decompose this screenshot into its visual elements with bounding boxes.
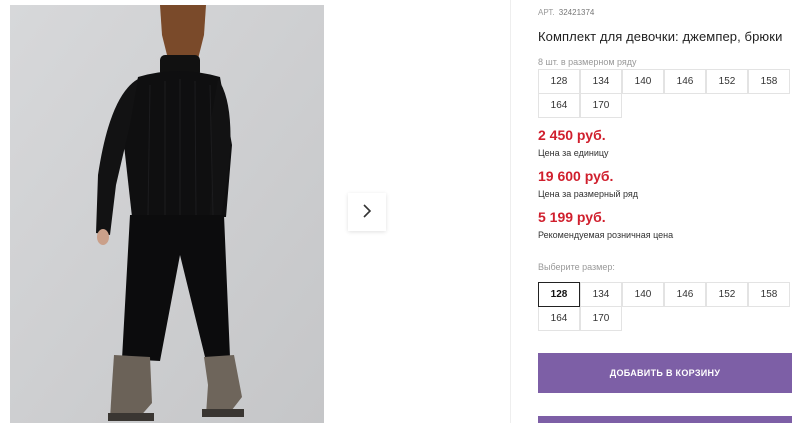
product-page: АРТ. 32421374 Комплект для девочки: джем…: [0, 0, 800, 423]
size-option[interactable]: 140: [622, 282, 664, 307]
article-value: 32421374: [558, 8, 595, 17]
model-image: [10, 5, 324, 423]
size-row-cell: 146: [664, 69, 706, 94]
secondary-button-partial[interactable]: [538, 416, 792, 423]
chevron-right-icon: [361, 203, 373, 222]
size-row-cell: 158: [748, 69, 790, 94]
retail-price: 5 199 руб.: [538, 209, 606, 225]
size-row-cell: 170: [580, 93, 622, 118]
retail-price-note: Рекомендуемая розничная цена: [538, 230, 674, 240]
size-option[interactable]: 158: [748, 282, 790, 307]
size-option-selected[interactable]: 128: [538, 282, 580, 307]
size-option[interactable]: 170: [580, 306, 622, 331]
product-gallery: [0, 0, 510, 423]
add-to-cart-button[interactable]: ДОБАВИТЬ В КОРЗИНУ: [538, 353, 792, 393]
size-row-cell: 140: [622, 69, 664, 94]
panel-divider: [510, 0, 511, 423]
choose-size-label: Выберите размер:: [538, 262, 615, 272]
unit-price-note: Цена за единицу: [538, 148, 609, 158]
size-row-label: 8 шт. в размерном ряду: [538, 57, 637, 67]
size-option[interactable]: 152: [706, 282, 748, 307]
size-row-cell: 164: [538, 93, 580, 118]
size-row-cell: 152: [706, 69, 748, 94]
size-option[interactable]: 134: [580, 282, 622, 307]
size-row-cell: 128: [538, 69, 580, 94]
article-number: АРТ. 32421374: [538, 8, 594, 17]
product-photo[interactable]: [10, 5, 324, 423]
row-price: 19 600 руб.: [538, 168, 614, 184]
size-option[interactable]: 146: [664, 282, 706, 307]
article-label: АРТ.: [538, 8, 555, 17]
next-image-button[interactable]: [348, 193, 386, 231]
product-title: Комплект для девочки: джемпер, брюки: [538, 29, 783, 44]
row-price-note: Цена за размерный ряд: [538, 189, 639, 199]
size-row-cell: 134: [580, 69, 622, 94]
unit-price: 2 450 руб.: [538, 127, 606, 143]
size-option[interactable]: 164: [538, 306, 580, 331]
